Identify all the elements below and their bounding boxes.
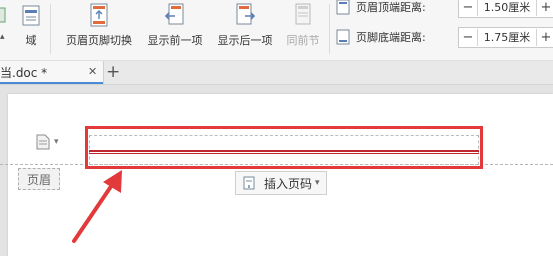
annotation-arrow xyxy=(72,170,122,243)
